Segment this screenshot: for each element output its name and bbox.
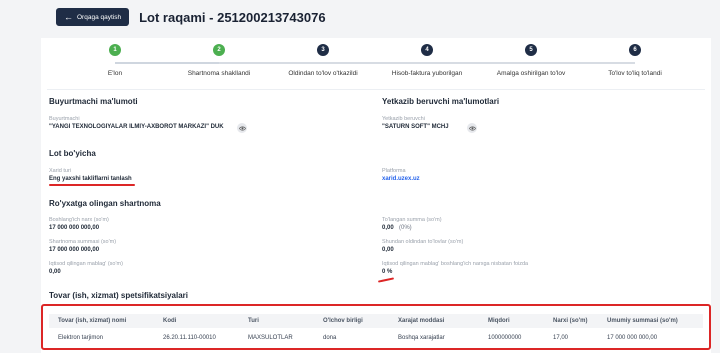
start-price-value: 17 000 000 000,00 — [49, 225, 100, 231]
purchase-type-label: Xarid turi — [49, 168, 72, 174]
column-header: Narxi (so'm) — [553, 318, 588, 324]
paid-sum-label: To'langan summa (so'm) — [382, 217, 442, 223]
column-header: O'lchov birligi — [323, 318, 363, 324]
prepaid-label: Shundan oldindan to'lovlar (so'm) — [382, 239, 464, 245]
contract-sum-value: 17 000 000 000,00 — [49, 247, 100, 253]
column-header: Turi — [248, 318, 259, 324]
step-fully-paid: 6 To'lov to'liq to'landi — [583, 44, 687, 77]
column-header: Umumiy summasi (so'm) — [607, 318, 678, 324]
column-header: Xarajat moddasi — [398, 318, 445, 324]
eye-icon[interactable] — [467, 123, 477, 133]
contract-section-title: Ro'yxatga olingan shartnoma — [49, 199, 161, 208]
column-header: Tovar (ish, xizmat) nomi — [58, 318, 127, 324]
step-label: To'lov to'liq to'landi — [608, 70, 662, 77]
lot-section-title: Lot bo'yicha — [49, 149, 96, 158]
page-title: Lot raqami - 251200213743076 — [139, 9, 326, 25]
table-cell: 26.20.11.110-00010 — [163, 335, 216, 341]
arrow-left-icon: ← — [64, 11, 73, 22]
column-header: Kodi — [163, 318, 177, 324]
supplier-value: "SATURN SOFT" MCHJ — [382, 124, 449, 130]
step-elon: 1 E'lon — [63, 44, 167, 77]
highlight-underline — [49, 184, 135, 186]
saved-percent-value: 0 % — [382, 269, 393, 275]
step-prepayment: 3 Oldindan to'lov o'tkazildi — [271, 44, 375, 77]
supplier-label: Yetkazib beruvchi — [382, 116, 425, 122]
step-check-icon: 2 — [213, 44, 225, 56]
table-cell: Boshqa xarajatlar — [398, 335, 445, 341]
step-label: Hisob-faktura yuborilgan — [391, 70, 463, 77]
step-number: 4 — [421, 44, 433, 56]
specs-section-title: Tovar (ish, xizmat) spetsifikatsiyalari — [49, 291, 189, 300]
prepaid-value: 0,00 — [382, 247, 394, 253]
step-number: 3 — [317, 44, 329, 56]
back-button-label: Orqaga qaytish — [77, 13, 122, 21]
page-header: ← Orqaga qaytish Lot raqami - 2512002137… — [56, 8, 326, 26]
buyer-value: "YANGI TEXNOLOGIYALAR ILMIY-AXBOROT MARK… — [49, 124, 224, 130]
start-price-label: Boshlang'ich narx (so'm) — [49, 217, 109, 223]
highlight-underline — [377, 277, 395, 283]
table-cell: dona — [323, 335, 337, 341]
back-button[interactable]: ← Orqaga qaytish — [56, 8, 130, 26]
paid-sum-value: 0,00 — [382, 225, 394, 231]
progress-stepper: 1 E'lon 2 Shartnoma shakllandi 3 Oldinda… — [41, 38, 711, 86]
step-invoice: 4 Hisob-faktura yuborilgan — [375, 44, 479, 77]
step-label: Amalga oshirilgan to'lov — [496, 70, 566, 77]
purchase-type-value: Eng yaxshi takliflarni tanlash — [49, 176, 132, 182]
eye-icon[interactable] — [237, 123, 247, 133]
supplier-section-title: Yetkazib beruvchi ma'lumotlari — [382, 97, 500, 106]
step-number: 5 — [525, 44, 537, 56]
step-contract-formed: 2 Shartnoma shakllandi — [167, 44, 271, 77]
contract-sum-label: Shartnoma summasi (so'm) — [49, 239, 117, 245]
saved-percent-label: Iqtisod qilingan mablag' boshlang'ich na… — [382, 261, 529, 267]
table-cell: MAXSULOTLAR — [248, 335, 293, 341]
table-header — [49, 314, 703, 328]
table-cell: 1000000000 — [488, 335, 522, 341]
platform-label: Platforma — [382, 168, 406, 174]
column-header: Miqdori — [488, 318, 510, 324]
step-label: E'lon — [107, 70, 123, 77]
step-label: Oldindan to'lov o'tkazildi — [288, 70, 358, 77]
buyer-section-title: Buyurtmachi ma'lumoti — [49, 97, 138, 106]
step-number: 6 — [629, 44, 641, 56]
buyer-label: Buyurtmachi — [49, 116, 80, 122]
step-payment-made: 5 Amalga oshirilgan to'lov — [479, 44, 583, 77]
step-check-icon: 1 — [109, 44, 121, 56]
table-cell: 17,00 — [553, 335, 569, 341]
step-label: Shartnoma shakllandi — [187, 70, 251, 77]
saved-sum-value: 0,00 — [49, 269, 61, 275]
specs-table: Tovar (ish, xizmat) nomi Kodi Turi O'lch… — [41, 304, 711, 350]
lot-details-card: 1 E'lon 2 Shartnoma shakllandi 3 Oldinda… — [41, 38, 711, 353]
paid-sum-percent: (0%) — [399, 225, 412, 231]
table-cell: Elektron tarjimon — [58, 335, 104, 341]
saved-sum-label: Iqtisod qilingan mablag' (so'm) — [49, 261, 123, 267]
divider — [47, 89, 705, 90]
platform-link[interactable]: xarid.uzex.uz — [382, 176, 420, 182]
table-cell: 17 000 000 000,00 — [607, 335, 658, 341]
